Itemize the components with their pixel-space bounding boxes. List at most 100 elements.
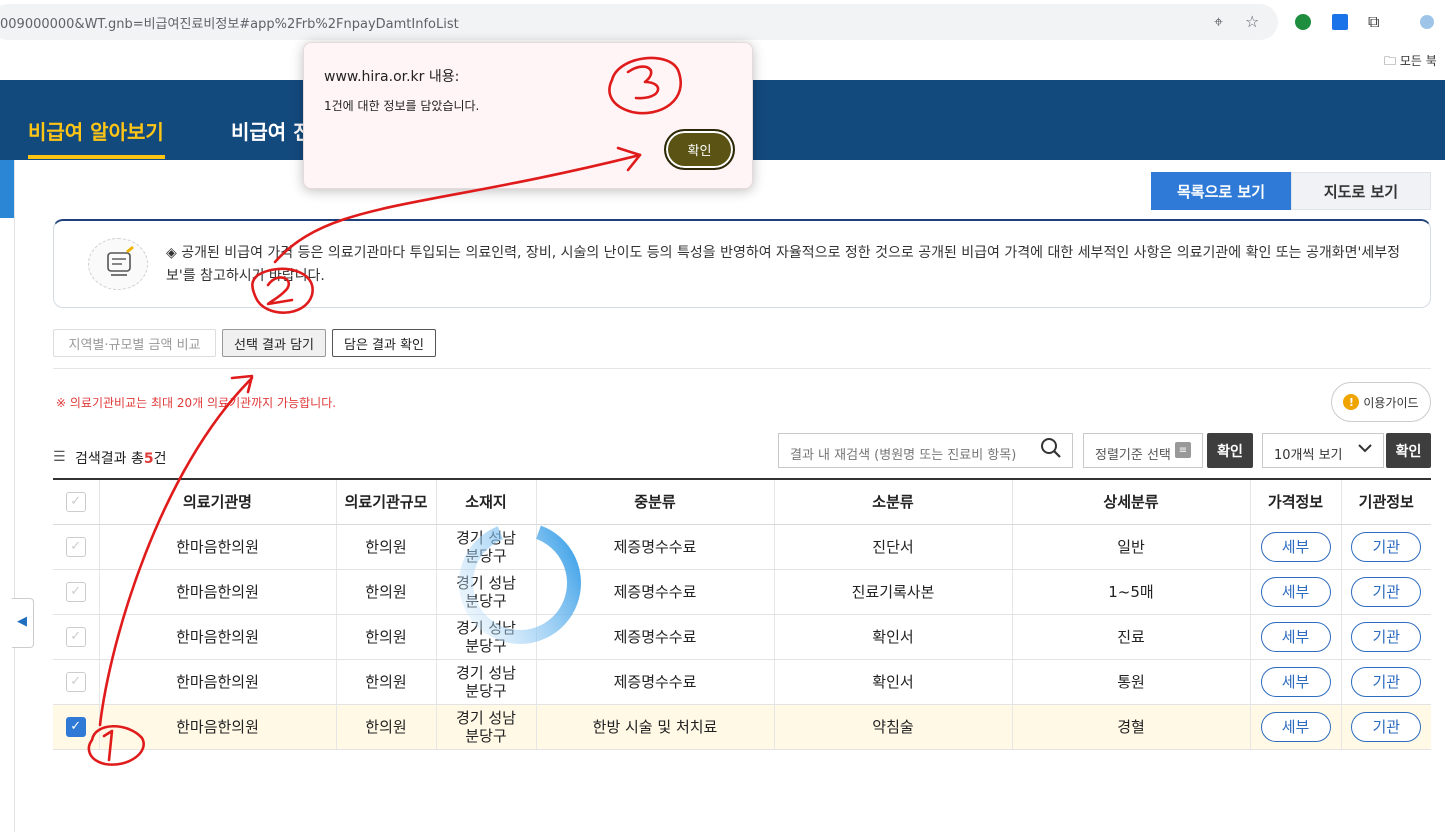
info-icon: !	[1343, 394, 1360, 410]
price-detail-button[interactable]: 세부	[1260, 621, 1331, 652]
cell-name: 한마음한의원	[98, 704, 336, 750]
page-size-value[interactable]: 10개씩 보기	[1274, 444, 1343, 463]
gnb-item-npay-info[interactable]: 비급여 알아보기	[28, 116, 164, 145]
caret-left-icon: ◀	[17, 614, 27, 629]
gnb-active-underline	[28, 155, 165, 159]
cell-name: 한마음한의원	[98, 614, 336, 660]
cell-sub-category: 약침술	[773, 704, 1012, 750]
price-detail-button[interactable]: 세부	[1260, 666, 1331, 697]
row-select-cell: ✓	[53, 659, 99, 705]
usage-guide-button[interactable]: ! 이용가이드	[1331, 382, 1431, 422]
left-divider	[14, 160, 15, 832]
org-info-button[interactable]: 기관	[1351, 666, 1422, 697]
cell-org-info: 기관	[1340, 704, 1431, 750]
all-bookmarks-folder[interactable]: 🗀 모든 북	[1384, 52, 1437, 73]
price-detail-button[interactable]: 세부	[1260, 531, 1331, 562]
sort-list-icon: ≡	[1175, 442, 1191, 458]
cell-detail: 일반	[1011, 524, 1250, 570]
puzzle-icon[interactable]: ⧉	[1368, 12, 1379, 32]
loading-spinner	[459, 522, 581, 644]
col-header-name: 의료기관명	[98, 479, 336, 525]
row-checkbox[interactable]: ✓	[65, 627, 86, 647]
org-info-button[interactable]: 기관	[1351, 711, 1422, 742]
cell-name: 한마음한의원	[98, 659, 336, 705]
cell-detail: 경혈	[1011, 704, 1250, 750]
col-header-org-info: 기관정보	[1340, 479, 1431, 525]
chevron-down-icon	[1357, 440, 1373, 460]
cell-detail: 통원	[1011, 659, 1250, 705]
row-select-cell: ✓	[53, 524, 99, 570]
table-row: ✓ 한마음한의원 한의원 경기 성남분당구 한방 시술 및 처치료 약침술 경혈 세부 기관	[53, 704, 1431, 750]
row-select-cell: ✓	[53, 569, 99, 615]
row-checkbox[interactable]: ✓	[65, 672, 86, 692]
table-row: ✓ 한마음한의원 한의원 경기 성남분당구 제증명수수료 확인서 진료 세부 기관	[53, 614, 1431, 660]
cell-name: 한마음한의원	[98, 569, 336, 615]
row-checkbox[interactable]: ✓	[65, 717, 86, 737]
cell-mid-category: 한방 시술 및 처치료	[535, 704, 774, 750]
cell-sub-category: 진료기록사본	[773, 569, 1012, 615]
gnb-item-npay-treatment[interactable]: 비급여 진	[231, 116, 312, 145]
region-size-compare-button[interactable]: 지역별·규모별 금액 비교	[53, 329, 216, 357]
cell-price-info: 세부	[1249, 704, 1341, 750]
cell-sub-category: 확인서	[773, 659, 1012, 705]
cell-size: 한의원	[335, 569, 436, 615]
list-icon: ☰	[53, 449, 66, 465]
view-saved-button[interactable]: 담은 결과 확인	[332, 329, 436, 357]
star-icon[interactable]: ☆	[1245, 12, 1259, 31]
cell-size: 한의원	[335, 614, 436, 660]
download-extension-icon[interactable]	[1332, 14, 1348, 30]
cell-org-info: 기관	[1340, 524, 1431, 570]
compare-limit-warning: ※ 의료기관비교는 최대 20개 의료기관까지 가능합니다.	[56, 396, 337, 410]
cell-size: 한의원	[335, 524, 436, 570]
save-selection-button[interactable]: 선택 결과 담기	[222, 329, 326, 357]
price-detail-button[interactable]: 세부	[1260, 576, 1331, 607]
cell-price-info: 세부	[1249, 569, 1341, 615]
list-view-button[interactable]: 목록으로 보기	[1151, 172, 1291, 210]
cell-detail: 1~5매	[1011, 569, 1250, 615]
row-checkbox[interactable]: ✓	[65, 582, 86, 602]
cell-org-info: 기관	[1340, 614, 1431, 660]
cell-size: 한의원	[335, 659, 436, 705]
extension-icon[interactable]	[1295, 14, 1311, 30]
location-icon[interactable]: ⌖	[1214, 12, 1223, 32]
alert-dialog-title: www.hira.or.kr 내용:	[324, 69, 460, 85]
row-select-cell: ✓	[53, 704, 99, 750]
alert-ok-button[interactable]: 확인	[664, 129, 735, 170]
org-info-button[interactable]: 기관	[1351, 576, 1422, 607]
col-header-sub-category: 소분류	[773, 479, 1012, 525]
sort-select-label[interactable]: 정렬기준 선택	[1095, 444, 1171, 463]
col-header-size: 의료기관규모	[335, 479, 436, 525]
cell-size: 한의원	[335, 704, 436, 750]
divider	[53, 368, 1431, 369]
table-row: ✓ 한마음한의원 한의원 경기 성남분당구 제증명수수료 진단서 일반 세부 기관	[53, 524, 1431, 570]
profile-avatar[interactable]	[1420, 15, 1434, 29]
row-checkbox[interactable]: ✓	[65, 537, 86, 557]
cell-location: 경기 성남분당구	[435, 704, 536, 750]
cell-location: 경기 성남분당구	[435, 659, 536, 705]
sort-confirm-button[interactable]: 확인	[1207, 433, 1253, 468]
result-search-placeholder[interactable]: 결과 내 재검색 (병원명 또는 진료비 항목)	[790, 444, 1016, 463]
cell-mid-category: 제증명수수료	[535, 659, 774, 705]
cell-org-info: 기관	[1340, 659, 1431, 705]
table-row: ✓ 한마음한의원 한의원 경기 성남분당구 제증명수수료 진료기록사본 1~5매 세부 기관	[53, 569, 1431, 615]
page-size-confirm-button[interactable]: 확인	[1386, 433, 1431, 468]
cell-price-info: 세부	[1249, 614, 1341, 660]
org-info-button[interactable]: 기관	[1351, 621, 1422, 652]
address-bar-url[interactable]: 009000000&WT.gnb=비급여진료비정보#app%2Frb%2Fnpa…	[0, 13, 459, 32]
search-icon[interactable]	[1040, 437, 1062, 464]
notice-icon	[88, 238, 148, 290]
org-info-button[interactable]: 기관	[1351, 531, 1422, 562]
table-header-row: ✓ 의료기관명 의료기관규모 소재지 중분류 소분류 상세분류 가격정보 기관정…	[53, 479, 1431, 525]
col-header-detail: 상세분류	[1011, 479, 1250, 525]
cell-price-info: 세부	[1249, 524, 1341, 570]
select-all-checkbox[interactable]: ✓	[65, 492, 86, 513]
map-view-button[interactable]: 지도로 보기	[1291, 172, 1431, 210]
cell-org-info: 기관	[1340, 569, 1431, 615]
cell-price-info: 세부	[1249, 659, 1341, 705]
alert-dialog-message: 1건에 대한 정보를 담았습니다.	[324, 99, 480, 113]
select-all-cell: ✓	[53, 479, 99, 525]
price-detail-button[interactable]: 세부	[1260, 711, 1331, 742]
cell-name: 한마음한의원	[98, 524, 336, 570]
table-row: ✓ 한마음한의원 한의원 경기 성남분당구 제증명수수료 확인서 통원 세부 기관	[53, 659, 1431, 705]
notice-text: ◈ 공개된 비급여 가격 등은 의료기관마다 투입되는 의료인력, 장비, 시술…	[166, 245, 1401, 284]
